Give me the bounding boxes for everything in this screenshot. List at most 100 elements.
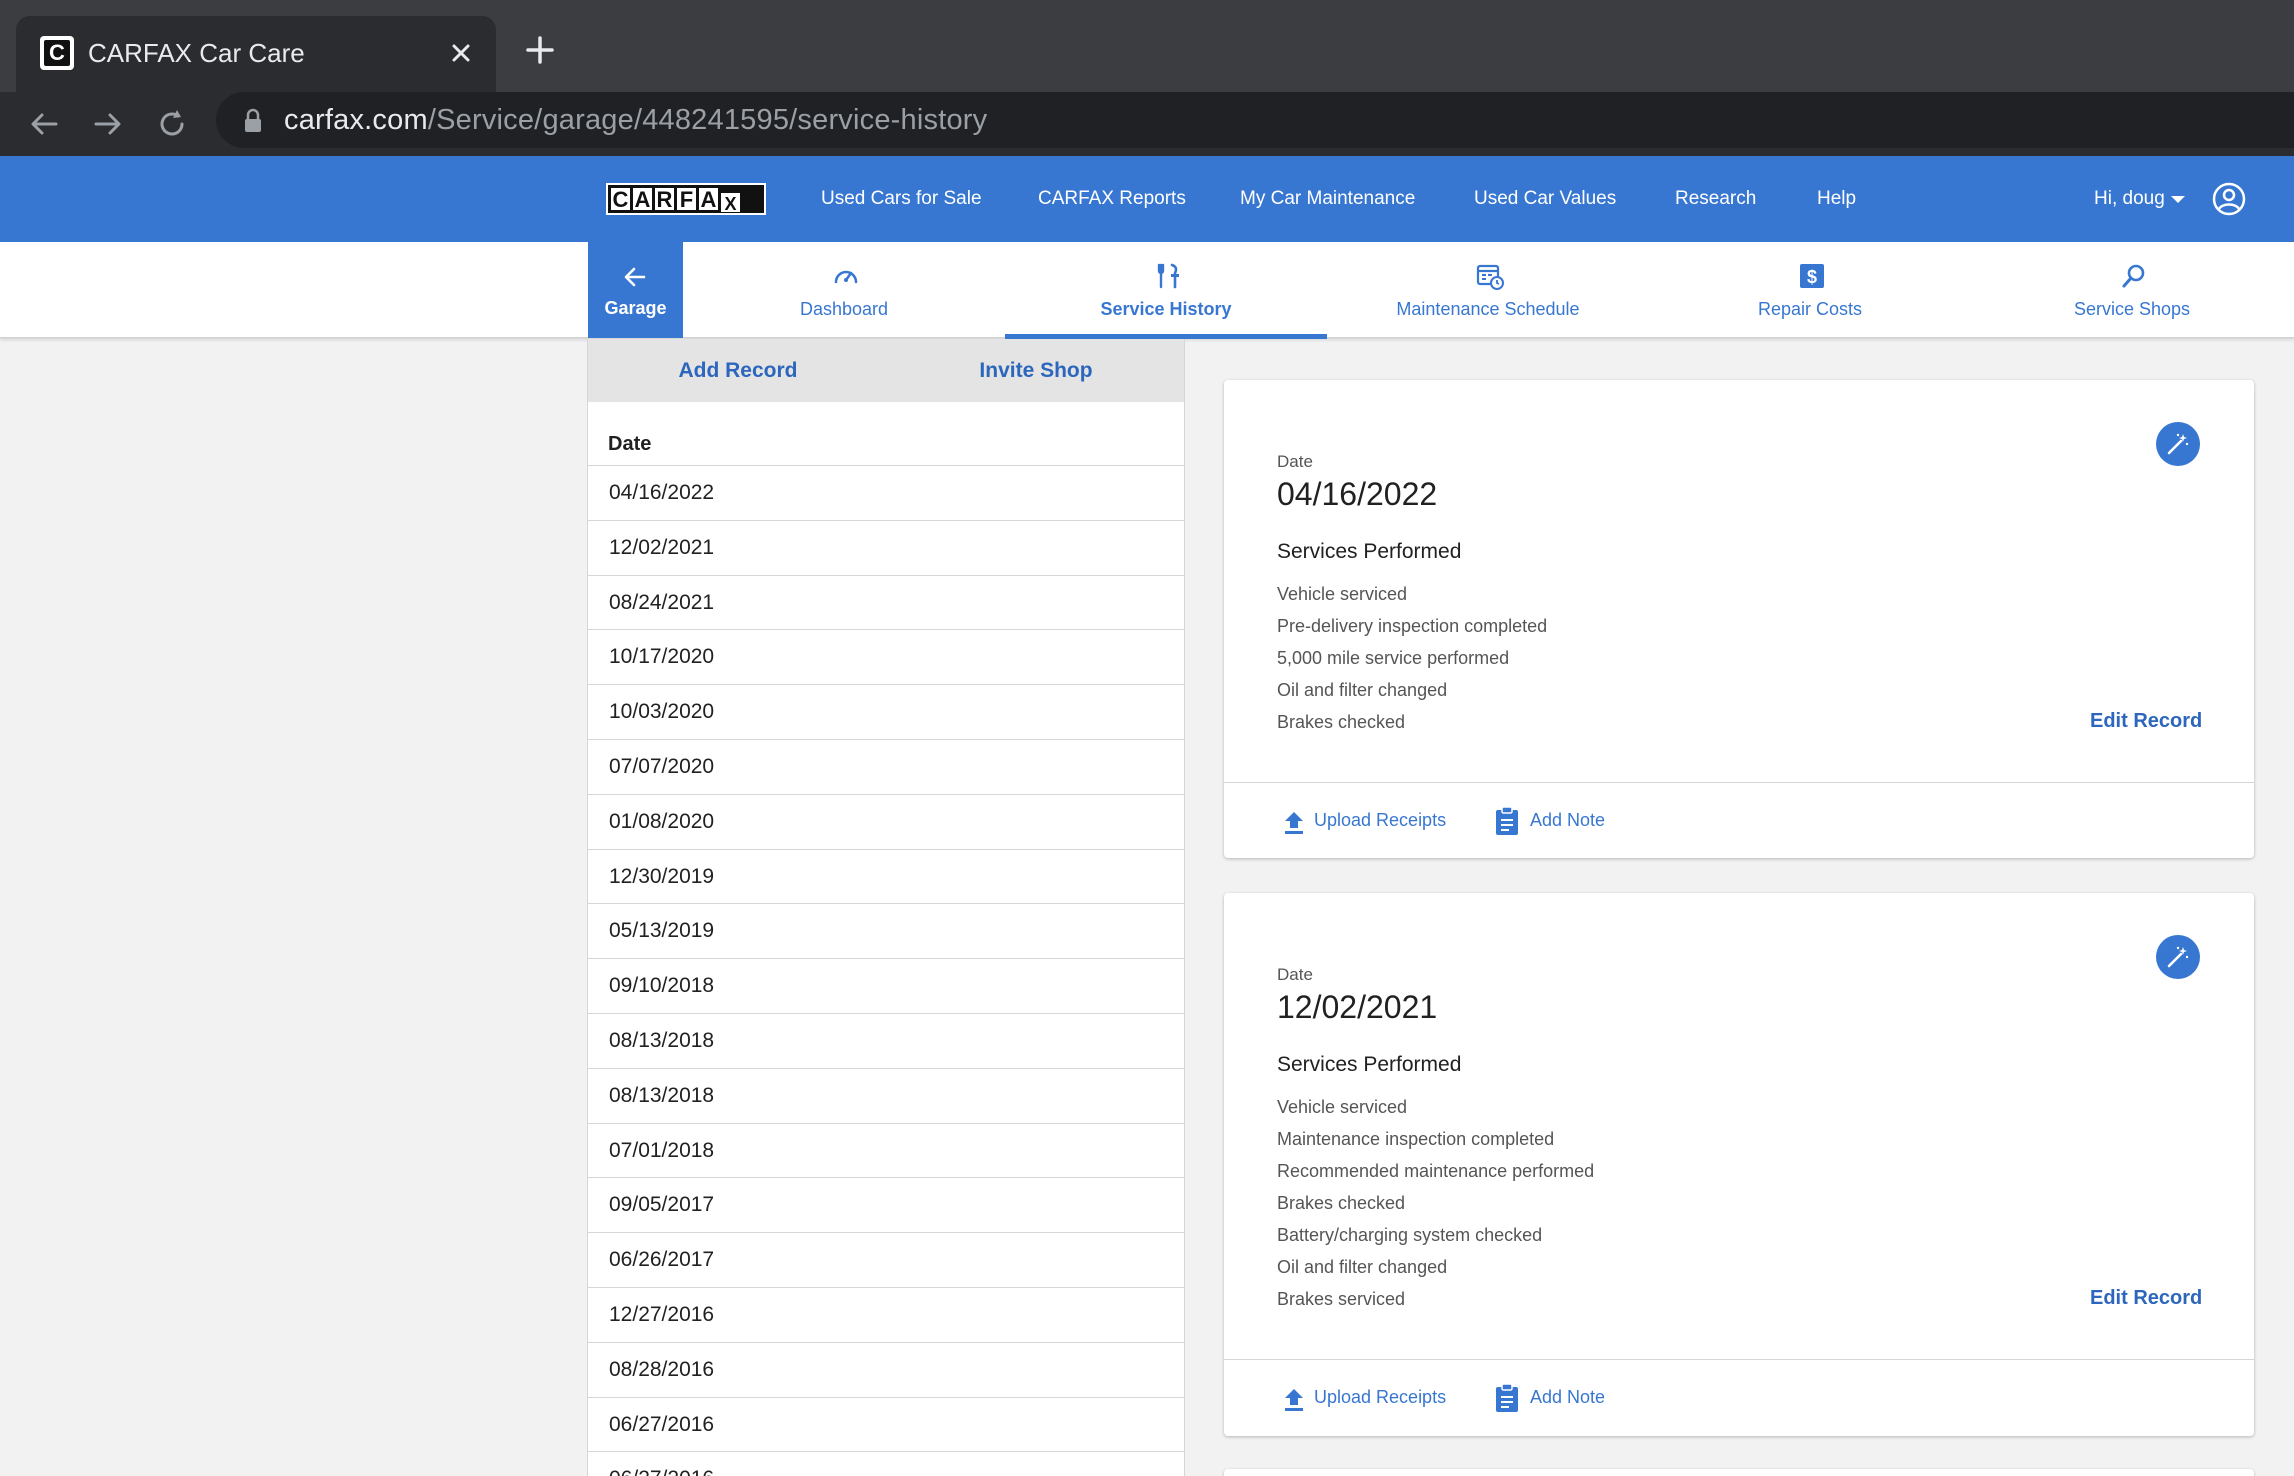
tab-label: Maintenance Schedule <box>1396 299 1580 319</box>
back-icon[interactable] <box>24 104 64 144</box>
new-tab-icon[interactable] <box>520 30 560 70</box>
tab-service-history[interactable]: Service History <box>1005 242 1327 339</box>
date-row[interactable]: 12/02/2021 <box>588 519 1184 575</box>
speedometer-icon <box>834 270 858 284</box>
magic-wand-icon <box>2167 433 2189 455</box>
date-row[interactable]: 09/05/2017 <box>588 1177 1184 1232</box>
date-row[interactable]: 09/10/2018 <box>588 958 1184 1013</box>
user-menu[interactable]: Hi, doug <box>2094 186 2165 212</box>
add-record-button[interactable]: Add Record <box>636 339 840 402</box>
lock-icon <box>245 108 261 132</box>
date-row[interactable]: 10/17/2020 <box>588 629 1184 684</box>
site-header: C A R F A X Used Cars for Sale CARFAX Re… <box>0 156 2294 242</box>
date-row[interactable]: 06/27/2016 <box>588 1396 1184 1452</box>
user-avatar-icon[interactable] <box>2212 182 2246 216</box>
search-icon <box>2122 264 2145 288</box>
carfax-logo[interactable]: C A R F A X <box>606 183 766 215</box>
tab-label: Dashboard <box>799 299 889 319</box>
nav-used-car-values[interactable]: Used Car Values <box>1474 186 1616 212</box>
edit-fab-button[interactable] <box>2156 935 2200 979</box>
date-row[interactable]: 08/13/2018 <box>588 1067 1184 1123</box>
tab-repair-costs[interactable]: $ Repair Costs <box>1649 242 1971 338</box>
add-note-link[interactable]: Add Note <box>1530 1387 1605 1408</box>
upload-icon[interactable] <box>1282 809 1306 835</box>
date-row[interactable]: 12/27/2016 <box>588 1286 1184 1342</box>
tab-label: Repair Costs <box>1757 299 1863 319</box>
service-item: Oil and filter changed <box>1277 1257 1448 1277</box>
record-date: 04/16/2022 <box>1277 476 1438 512</box>
service-item: Brakes checked <box>1277 1193 1406 1213</box>
edit-record-link[interactable]: Edit Record <box>2090 1287 2202 1310</box>
upload-receipts-link[interactable]: Upload Receipts <box>1314 810 1446 831</box>
service-date-panel: Add Record Invite Shop Date 04/16/2022 1… <box>587 339 1185 1476</box>
add-note-link[interactable]: Add Note <box>1530 810 1605 831</box>
date-row[interactable]: 05/13/2019 <box>588 903 1184 958</box>
record-date: 12/02/2021 <box>1277 989 1438 1025</box>
clipboard-icon[interactable] <box>1494 1383 1520 1413</box>
date-row[interactable]: 01/08/2020 <box>588 793 1184 849</box>
garage-button[interactable]: Garage <box>588 242 683 338</box>
date-row[interactable]: 06/26/2017 <box>588 1232 1184 1287</box>
date-row[interactable]: 12/30/2019 <box>588 848 1184 904</box>
upload-icon[interactable] <box>1282 1386 1306 1412</box>
date-row[interactable]: 04/16/2022 <box>588 465 1184 520</box>
upload-receipts-link[interactable]: Upload Receipts <box>1314 1387 1446 1408</box>
tab-label: Service History <box>1100 299 1232 319</box>
tab-title: CARFAX Car Care <box>88 38 305 68</box>
edit-fab-button[interactable] <box>2156 422 2200 466</box>
nav-help[interactable]: Help <box>1817 186 1856 212</box>
nav-carfax-reports[interactable]: CARFAX Reports <box>1038 186 1186 212</box>
date-list: 04/16/2022 12/02/2021 08/24/2021 10/17/2… <box>588 465 1184 1476</box>
url-text: carfax.com/Service/garage/448241595/serv… <box>284 104 988 136</box>
svg-text:$: $ <box>1807 267 1817 287</box>
tab-label: Service Shops <box>2073 299 2191 319</box>
nav-research[interactable]: Research <box>1675 186 1756 212</box>
date-row[interactable]: 06/27/2016 <box>588 1451 1184 1476</box>
date-row[interactable]: 10/03/2020 <box>588 684 1184 739</box>
chevron-down-icon[interactable] <box>2171 196 2185 203</box>
browser-tab[interactable]: C CARFAX Car Care <box>16 16 496 92</box>
magic-wand-icon <box>2167 946 2189 968</box>
svg-text:C: C <box>613 187 629 212</box>
browser-tab-bar: C CARFAX Car Care <box>0 0 2294 92</box>
tools-icon <box>1157 263 1179 289</box>
record-date-label: Date <box>1277 452 1313 471</box>
address-bar[interactable]: carfax.com/Service/garage/448241595/serv… <box>216 92 2294 148</box>
edit-record-link[interactable]: Edit Record <box>2090 710 2202 733</box>
invite-shop-button[interactable]: Invite Shop <box>934 339 1138 402</box>
garage-subnav: Garage Dashboard Service History Mainten… <box>0 242 2294 339</box>
services-performed-title: Services Performed <box>1277 540 1462 563</box>
svg-text:X: X <box>724 194 736 214</box>
date-row[interactable]: 07/07/2020 <box>588 738 1184 794</box>
service-record-card: Date 04/16/2022 Services Performed Vehic… <box>1224 380 2254 858</box>
dollar-icon: $ <box>1800 264 1824 288</box>
tab-maintenance-schedule[interactable]: Maintenance Schedule <box>1327 242 1649 338</box>
date-row[interactable]: 08/13/2018 <box>588 1012 1184 1068</box>
carfax-favicon-icon: C <box>40 36 74 70</box>
date-row[interactable]: 08/28/2016 <box>588 1341 1184 1397</box>
record-date-label: Date <box>1277 965 1313 984</box>
service-item: Maintenance inspection completed <box>1277 1129 1555 1149</box>
record-actions-bar: Add Record Invite Shop <box>588 339 1184 402</box>
calendar-icon <box>1476 264 1504 290</box>
service-item: Recommended maintenance performed <box>1277 1161 1595 1181</box>
service-item: 5,000 mile service performed <box>1277 648 1510 668</box>
reload-icon[interactable] <box>152 104 192 144</box>
clipboard-icon[interactable] <box>1494 806 1520 836</box>
tab-dashboard[interactable]: Dashboard <box>683 242 1005 338</box>
nav-my-car-maintenance[interactable]: My Car Maintenance <box>1240 186 1415 212</box>
date-column-header: Date <box>608 433 652 455</box>
date-row[interactable]: 08/24/2021 <box>588 574 1184 630</box>
svg-text:F: F <box>680 187 693 212</box>
service-record-card <box>1224 1469 2254 1476</box>
close-icon[interactable] <box>444 36 478 70</box>
card-divider <box>1224 782 2254 783</box>
svg-text:R: R <box>657 187 673 212</box>
tab-service-shops[interactable]: Service Shops <box>1971 242 2293 338</box>
date-row[interactable]: 07/01/2018 <box>588 1122 1184 1178</box>
svg-text:A: A <box>635 187 651 212</box>
nav-used-cars[interactable]: Used Cars for Sale <box>821 186 982 212</box>
service-item: Battery/charging system checked <box>1277 1225 1543 1245</box>
arrow-left-icon <box>624 267 646 287</box>
forward-icon[interactable] <box>88 104 128 144</box>
